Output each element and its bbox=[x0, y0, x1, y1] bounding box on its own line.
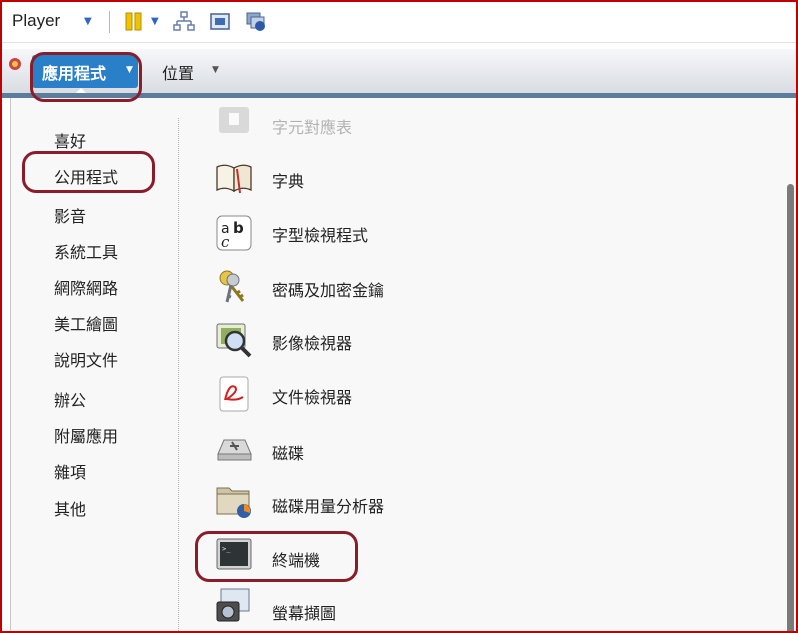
app-disks[interactable]: 磁碟 bbox=[272, 440, 304, 464]
gnome-logo-icon bbox=[9, 58, 21, 70]
character-map-icon bbox=[219, 107, 249, 133]
category-other[interactable]: 其他 bbox=[54, 496, 86, 520]
pause-icon[interactable] bbox=[125, 12, 143, 32]
app-font-viewer[interactable]: 字型檢視程式 bbox=[272, 222, 368, 246]
category-graphics[interactable]: 美工繪圖 bbox=[54, 311, 118, 335]
toolbar-separator bbox=[109, 11, 110, 33]
window-frame: Player ▼ ▼ 應用程式 ▼ 位置 ▼ 喜好 公用程式 影音 系統工具 網… bbox=[0, 0, 798, 633]
font-viewer-icon: a b c bbox=[216, 215, 252, 251]
highlight-utilities-category bbox=[22, 151, 155, 193]
player-menu-button[interactable]: Player bbox=[12, 11, 60, 31]
disks-icon bbox=[217, 439, 252, 461]
category-documentation[interactable]: 說明文件 bbox=[54, 347, 118, 371]
category-sound-video[interactable]: 影音 bbox=[54, 203, 86, 227]
dictionary-icon bbox=[216, 164, 252, 194]
player-dropdown-arrow-icon[interactable]: ▼ bbox=[84, 16, 92, 27]
category-internet[interactable]: 網際網路 bbox=[54, 275, 118, 299]
menu-column-divider bbox=[178, 118, 179, 631]
app-dictionary[interactable]: 字典 bbox=[272, 168, 304, 192]
places-chevron-down-icon: ▼ bbox=[212, 65, 219, 75]
category-sundry[interactable]: 雜項 bbox=[54, 459, 86, 483]
network-icon[interactable] bbox=[173, 11, 195, 33]
fullscreen-icon[interactable] bbox=[209, 11, 231, 33]
app-document-viewer[interactable]: 文件檢視器 bbox=[272, 384, 352, 408]
player-toolbar bbox=[2, 2, 796, 43]
unity-icon[interactable] bbox=[245, 11, 267, 33]
app-disk-usage-analyzer[interactable]: 磁碟用量分析器 bbox=[272, 493, 384, 517]
app-screenshot[interactable]: 螢幕擷圖 bbox=[272, 600, 336, 624]
image-viewer-icon bbox=[216, 323, 252, 358]
places-menu-button[interactable]: 位置 bbox=[162, 60, 194, 84]
screenshot-icon bbox=[216, 588, 250, 622]
highlight-applications-menu bbox=[30, 52, 142, 102]
category-system-tools[interactable]: 系統工具 bbox=[54, 239, 118, 263]
disk-usage-icon bbox=[216, 487, 251, 518]
category-accessories[interactable]: 附屬應用 bbox=[54, 423, 118, 447]
app-passwords-keys[interactable]: 密碼及加密金鑰 bbox=[272, 277, 384, 301]
svg-text:b: b bbox=[233, 219, 244, 237]
svg-text:c: c bbox=[221, 233, 230, 251]
pause-dropdown-arrow-icon[interactable]: ▼ bbox=[151, 16, 159, 27]
app-image-viewer[interactable]: 影像檢視器 bbox=[272, 330, 352, 354]
highlight-terminal-app bbox=[195, 531, 358, 582]
app-character-map[interactable]: 字元對應表 bbox=[272, 114, 352, 138]
document-viewer-icon bbox=[219, 376, 249, 412]
menu-scrollbar-thumb[interactable] bbox=[787, 184, 794, 631]
category-favorites[interactable]: 喜好 bbox=[54, 128, 86, 152]
category-office[interactable]: 辦公 bbox=[54, 387, 86, 411]
keys-icon bbox=[219, 270, 245, 303]
